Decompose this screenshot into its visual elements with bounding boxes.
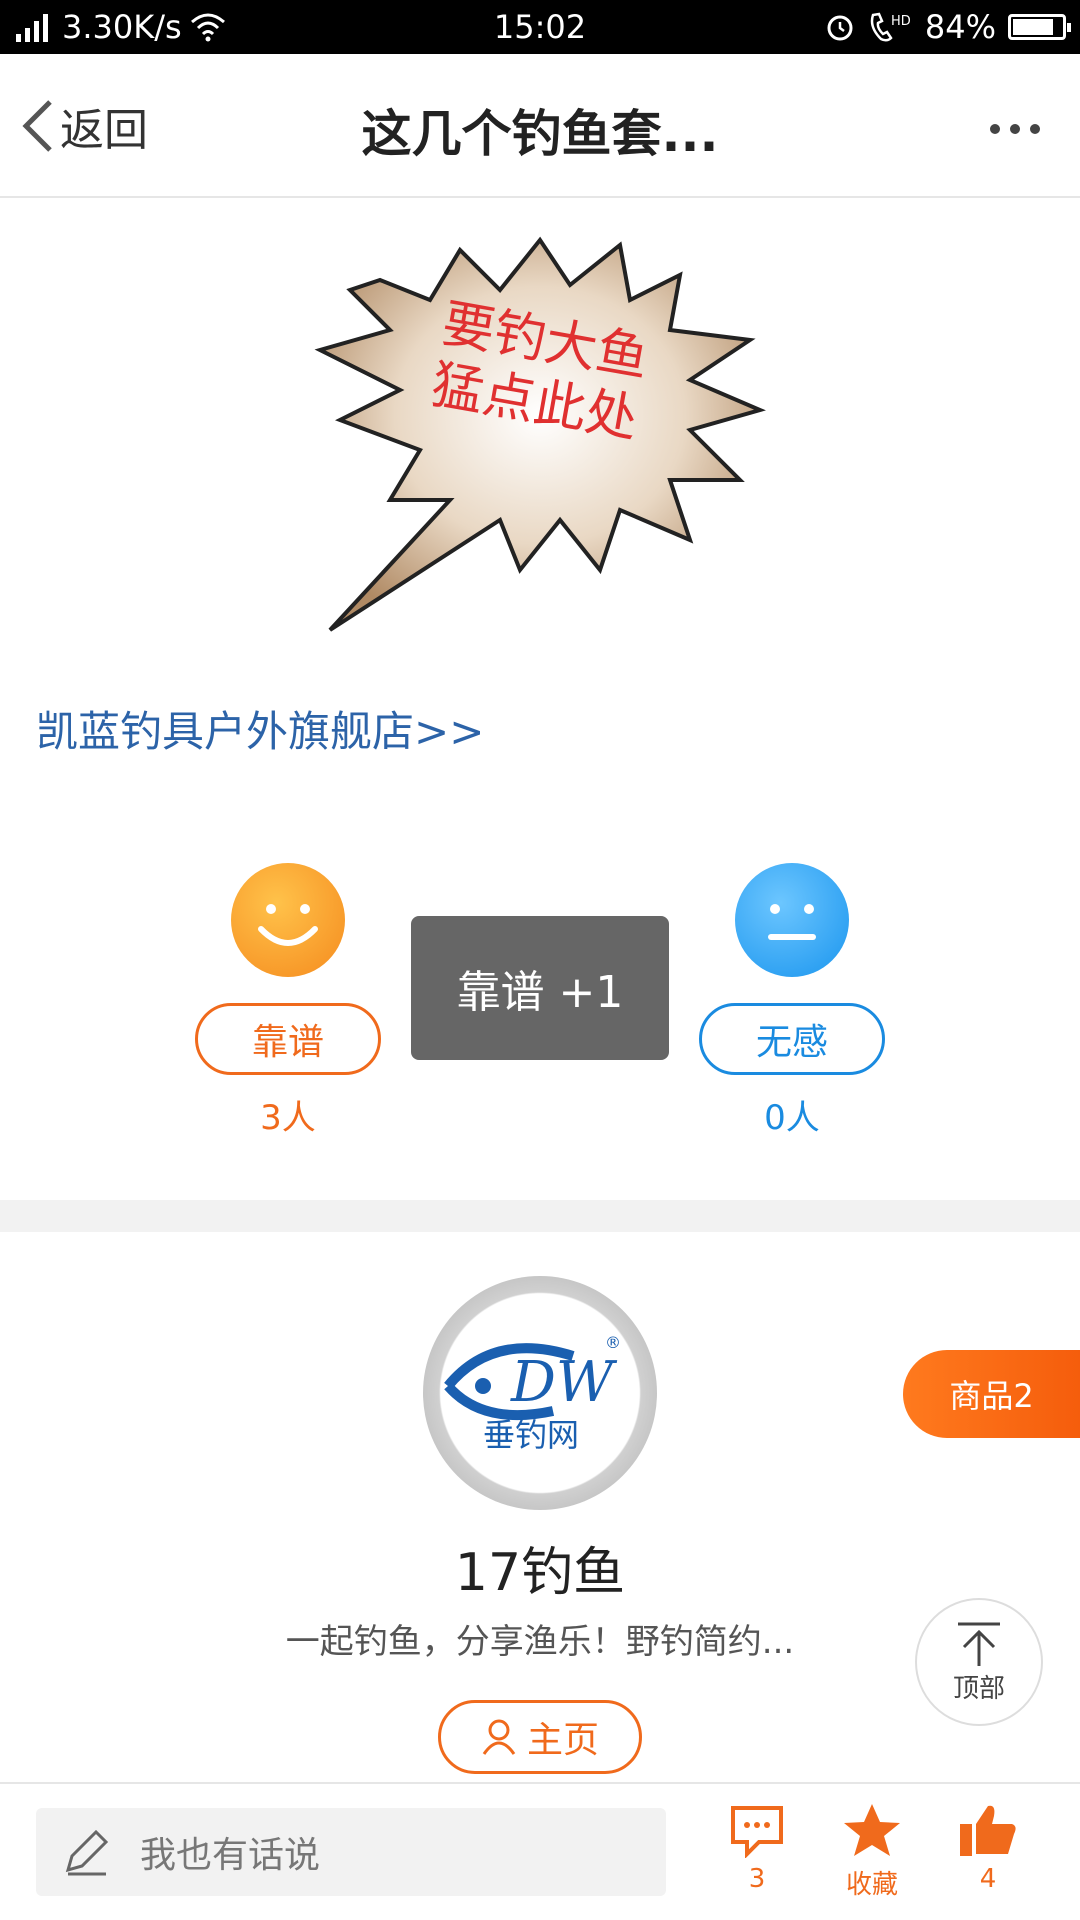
chevron-left-icon xyxy=(22,100,52,152)
avatar[interactable]: DW ® 垂钓网 xyxy=(423,1276,657,1510)
page-title: 这几个钓鱼套... xyxy=(361,105,719,163)
vote-reliable-count: 3人 xyxy=(260,1098,316,1138)
comment-placeholder: 我也有话说 xyxy=(140,1835,321,1876)
bottom-bar: 我也有话说 3 收藏 4 xyxy=(0,1782,1080,1920)
promo-banner[interactable]: 要钓大鱼 猛点此处 xyxy=(300,230,780,640)
section-divider xyxy=(0,1200,1080,1232)
hd-call-icon: HD xyxy=(870,12,911,42)
store-link[interactable]: 凯蓝钓具户外旗舰店>> xyxy=(36,698,484,759)
vote-indifferent-count: 0人 xyxy=(764,1098,820,1138)
logo-dw-text: DW xyxy=(510,1350,618,1415)
back-button[interactable]: 返回 xyxy=(20,94,148,158)
back-label: 返回 xyxy=(60,105,148,156)
comment-input[interactable]: 我也有话说 xyxy=(36,1808,666,1896)
user-icon xyxy=(482,1719,516,1755)
vote-indifferent-button[interactable]: 无感 xyxy=(699,1003,885,1075)
fish-logo-icon: DW ® 垂钓网 xyxy=(444,1333,621,1454)
scroll-top-button[interactable]: 顶部 xyxy=(915,1598,1043,1726)
more-menu-button[interactable] xyxy=(990,114,1040,144)
home-label: 主页 xyxy=(526,1720,599,1761)
battery-icon xyxy=(1008,14,1071,40)
more-dot-icon xyxy=(990,124,1000,134)
status-bar: 3.30K/s 15:02 HD 84% xyxy=(0,0,1080,54)
like-button[interactable]: 4 xyxy=(938,1802,1038,1894)
favorite-label: 收藏 xyxy=(845,1870,898,1900)
like-count: 4 xyxy=(979,1864,997,1894)
scroll-top-label: 顶部 xyxy=(952,1673,1005,1704)
battery-fill xyxy=(1013,19,1053,35)
vote-reliable-button[interactable]: 靠谱 xyxy=(195,1003,381,1075)
comment-count: 3 xyxy=(748,1864,766,1894)
comments-button[interactable]: 3 xyxy=(707,1802,807,1894)
more-dot-icon xyxy=(1030,124,1040,134)
svg-text:HD: HD xyxy=(891,14,911,29)
star-icon xyxy=(844,1804,900,1856)
comment-bubble-icon xyxy=(731,1806,783,1858)
status-right: HD 84% xyxy=(825,6,1071,48)
author-name: 17钓鱼 xyxy=(454,1543,626,1603)
nav-bar: 返回 这几个钓鱼套... xyxy=(0,54,1080,198)
happy-face-icon[interactable] xyxy=(231,863,345,977)
vote-toast: 靠谱 +1 xyxy=(411,916,669,1060)
logo-subtitle: 垂钓网 xyxy=(483,1416,579,1454)
author-home-button[interactable]: 主页 xyxy=(438,1700,642,1774)
pencil-icon xyxy=(65,1829,109,1876)
thumbs-up-icon xyxy=(960,1805,1016,1856)
battery-percent: 84% xyxy=(924,8,996,46)
alarm-icon xyxy=(827,15,853,41)
arrow-up-icon xyxy=(958,1622,1000,1666)
more-dot-icon xyxy=(1010,124,1020,134)
neutral-face-icon[interactable] xyxy=(735,863,849,977)
goods-tab-button[interactable]: 商品2 xyxy=(903,1350,1080,1438)
logo-registered-mark: ® xyxy=(605,1333,621,1352)
favorite-button[interactable]: 收藏 xyxy=(822,1802,922,1901)
